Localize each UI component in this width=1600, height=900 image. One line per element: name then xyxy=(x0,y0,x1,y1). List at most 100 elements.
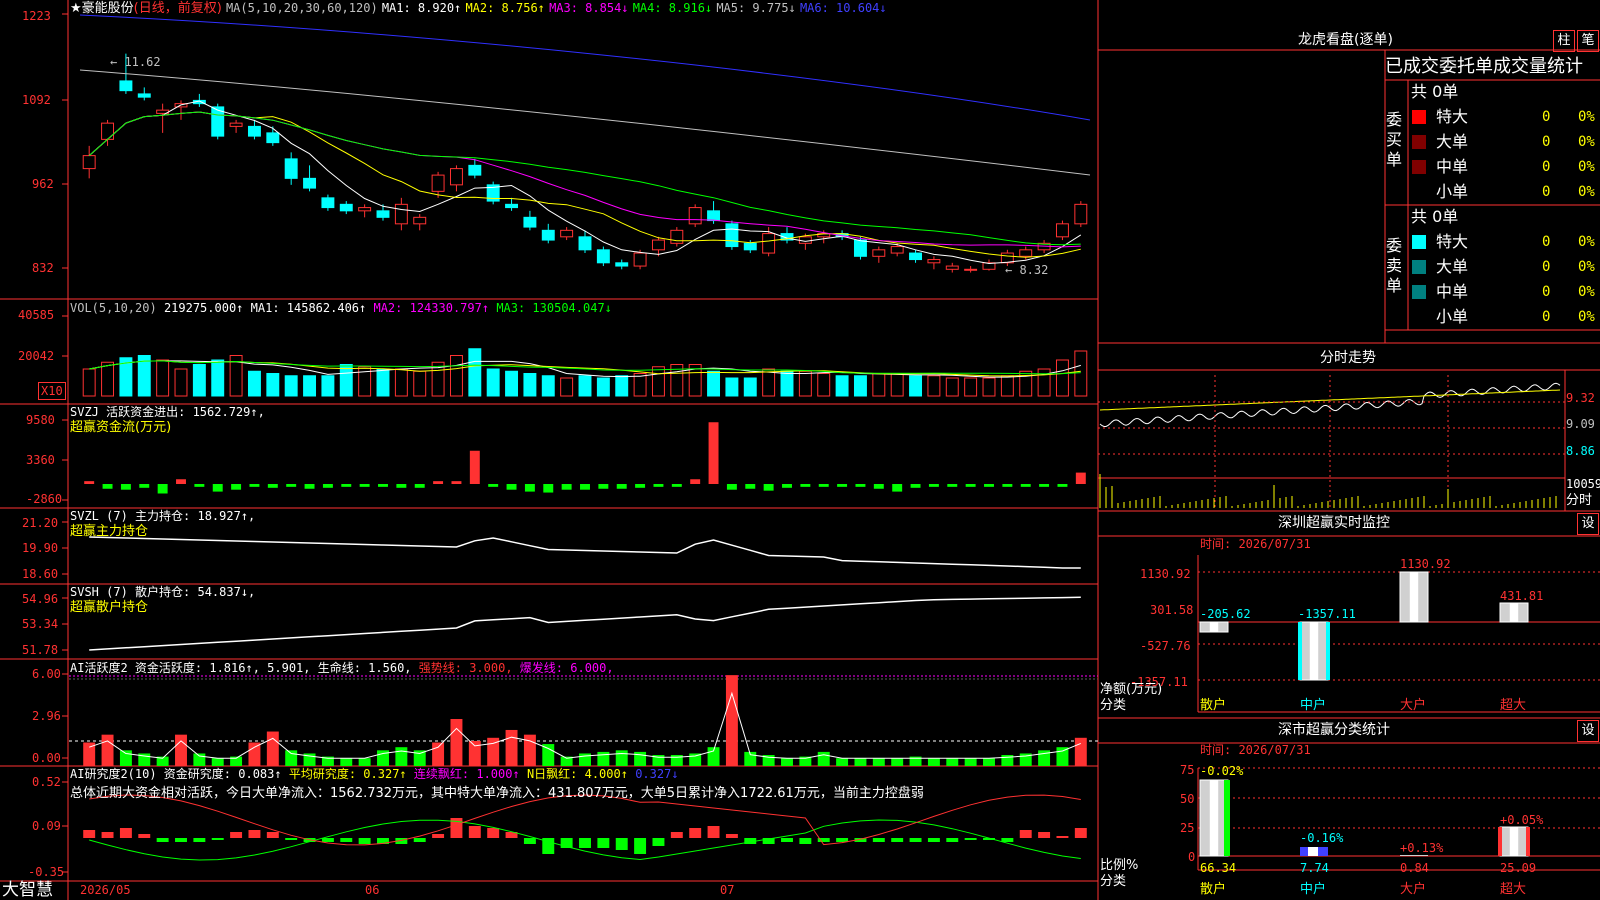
volume-bar xyxy=(394,368,408,397)
ai-research-bar xyxy=(909,838,922,842)
buy-row-pct: 0% xyxy=(1578,109,1595,125)
y-tick: 0.00 xyxy=(32,751,61,765)
volume-bar xyxy=(449,355,463,397)
ma60-line xyxy=(79,69,1091,176)
sc-cat-label: 超大 xyxy=(1500,882,1527,897)
ai-research-bar xyxy=(615,838,628,850)
candle-body xyxy=(1055,223,1069,238)
sz-bar-super-shine xyxy=(1509,603,1519,622)
ai-active-bar xyxy=(927,758,940,766)
svzj-bar xyxy=(873,484,884,489)
ai-research-bar xyxy=(634,838,647,854)
sell-row-value: 0 xyxy=(1542,309,1551,325)
sc-bar-super-shine xyxy=(1509,827,1519,856)
svzj-bar xyxy=(561,484,572,490)
svzj-bar xyxy=(322,484,333,488)
sz-bar-mid-edge xyxy=(1298,622,1302,680)
volume-bar xyxy=(376,368,390,397)
ai-research-bar xyxy=(964,838,977,840)
minute-y-tick: 8.86 xyxy=(1566,444,1595,458)
sell-row-pct: 0% xyxy=(1578,284,1595,300)
candle-body xyxy=(376,210,390,218)
svzj-bar xyxy=(1002,484,1013,487)
buy-row-name: 小单 xyxy=(1436,182,1469,201)
ai-active-bar xyxy=(505,729,518,766)
candle-body xyxy=(505,203,519,209)
candle-body xyxy=(1019,249,1033,257)
svzj-bar xyxy=(616,484,627,489)
brand-logo: 大智慧 xyxy=(2,880,53,900)
volume-bar xyxy=(101,361,115,397)
vol-ma2: MA2: 124330.797↑ xyxy=(373,301,490,315)
y-tick: 18.60 xyxy=(22,567,59,581)
ai-research-bar xyxy=(101,832,114,838)
sz-bar-mid-shine xyxy=(1309,622,1319,680)
volume-bar xyxy=(707,370,721,397)
candle-body xyxy=(137,93,151,98)
ai-research-bar xyxy=(781,838,793,842)
candle-body xyxy=(670,229,684,244)
svzj-bar xyxy=(928,484,939,487)
vol-unit: X10 xyxy=(38,382,66,400)
ai-research-bar xyxy=(597,838,610,848)
sz-monitor-time: 时间: 2026/07/31 xyxy=(1200,537,1311,551)
volume-bar xyxy=(835,375,849,397)
ai-research-bar xyxy=(872,838,885,842)
vol-value: 219275.000↑ xyxy=(163,301,244,315)
sz-monitor-settings-button[interactable]: 设 xyxy=(1577,513,1599,535)
buy-row-value: 0 xyxy=(1542,134,1551,150)
sz-cat-label: 大户 xyxy=(1400,698,1427,713)
date-label: 2026/05 xyxy=(80,883,131,897)
y-tick: 1223 xyxy=(22,9,51,23)
svsh-sub: 超赢散户持仓 xyxy=(70,600,149,615)
volume-bar xyxy=(303,375,317,397)
volume-bar xyxy=(615,375,629,397)
ai-active-bar xyxy=(523,734,536,766)
svzj-sub: 超赢资金流(万元) xyxy=(70,420,172,435)
volume-bar xyxy=(762,368,776,397)
ai-research-bar xyxy=(358,838,371,844)
volume-bar xyxy=(156,359,170,397)
sz-class-time: 时间: 2026/07/31 xyxy=(1200,743,1311,757)
candle-body xyxy=(101,122,115,140)
svzj-bar xyxy=(892,484,903,492)
sz-y-tick: 301.58 xyxy=(1150,603,1194,617)
svzj-bar xyxy=(231,484,242,490)
svzj-bar xyxy=(139,484,150,488)
candle-body xyxy=(229,122,243,127)
sz-class-settings-button[interactable]: 设 xyxy=(1577,720,1599,742)
y-tick: 1092 xyxy=(22,93,51,107)
tick-mode-button[interactable]: 笔 xyxy=(1577,30,1599,52)
candle-body xyxy=(596,249,610,264)
sz-bar-value: 431.81 xyxy=(1500,589,1544,603)
svzj-bar xyxy=(690,479,701,484)
volume-bar xyxy=(909,375,923,397)
y-tick: 21.20 xyxy=(22,516,59,530)
ai-active-bar xyxy=(781,758,793,766)
volume-bar xyxy=(174,368,188,397)
bar-mode-button[interactable]: 柱 xyxy=(1553,30,1575,52)
svzj-bar xyxy=(157,484,168,494)
minute-y-tick: 9.32 xyxy=(1566,391,1595,405)
volume-bar xyxy=(780,370,794,397)
ai-active-strong: 强势线: 3.000, xyxy=(418,661,513,675)
sell-total: 共 0单 xyxy=(1411,207,1459,226)
svzj-bar xyxy=(194,484,205,487)
vol-label: VOL(5,10,20) xyxy=(70,301,157,315)
sell-row-name: 特大 xyxy=(1436,232,1469,251)
sell-color-swatch xyxy=(1412,260,1426,274)
buy-row-name: 中单 xyxy=(1436,157,1469,176)
buy-row-name: 大单 xyxy=(1436,132,1469,151)
ai-active-burst: 爆发线: 6.000, xyxy=(519,661,614,675)
ai-research-bar xyxy=(83,830,96,838)
svzj-bar xyxy=(176,479,186,484)
date-label: 07 xyxy=(720,883,735,897)
volume-bar xyxy=(596,377,610,397)
candle-body xyxy=(945,265,959,270)
candle-body xyxy=(119,80,133,92)
sc-cat-label: 散户 xyxy=(1200,882,1227,897)
volume-bar xyxy=(284,375,298,397)
volume-bar xyxy=(468,348,482,397)
y-tick: 2.96 xyxy=(32,709,61,723)
sc-bar-super-edge xyxy=(1498,827,1502,856)
